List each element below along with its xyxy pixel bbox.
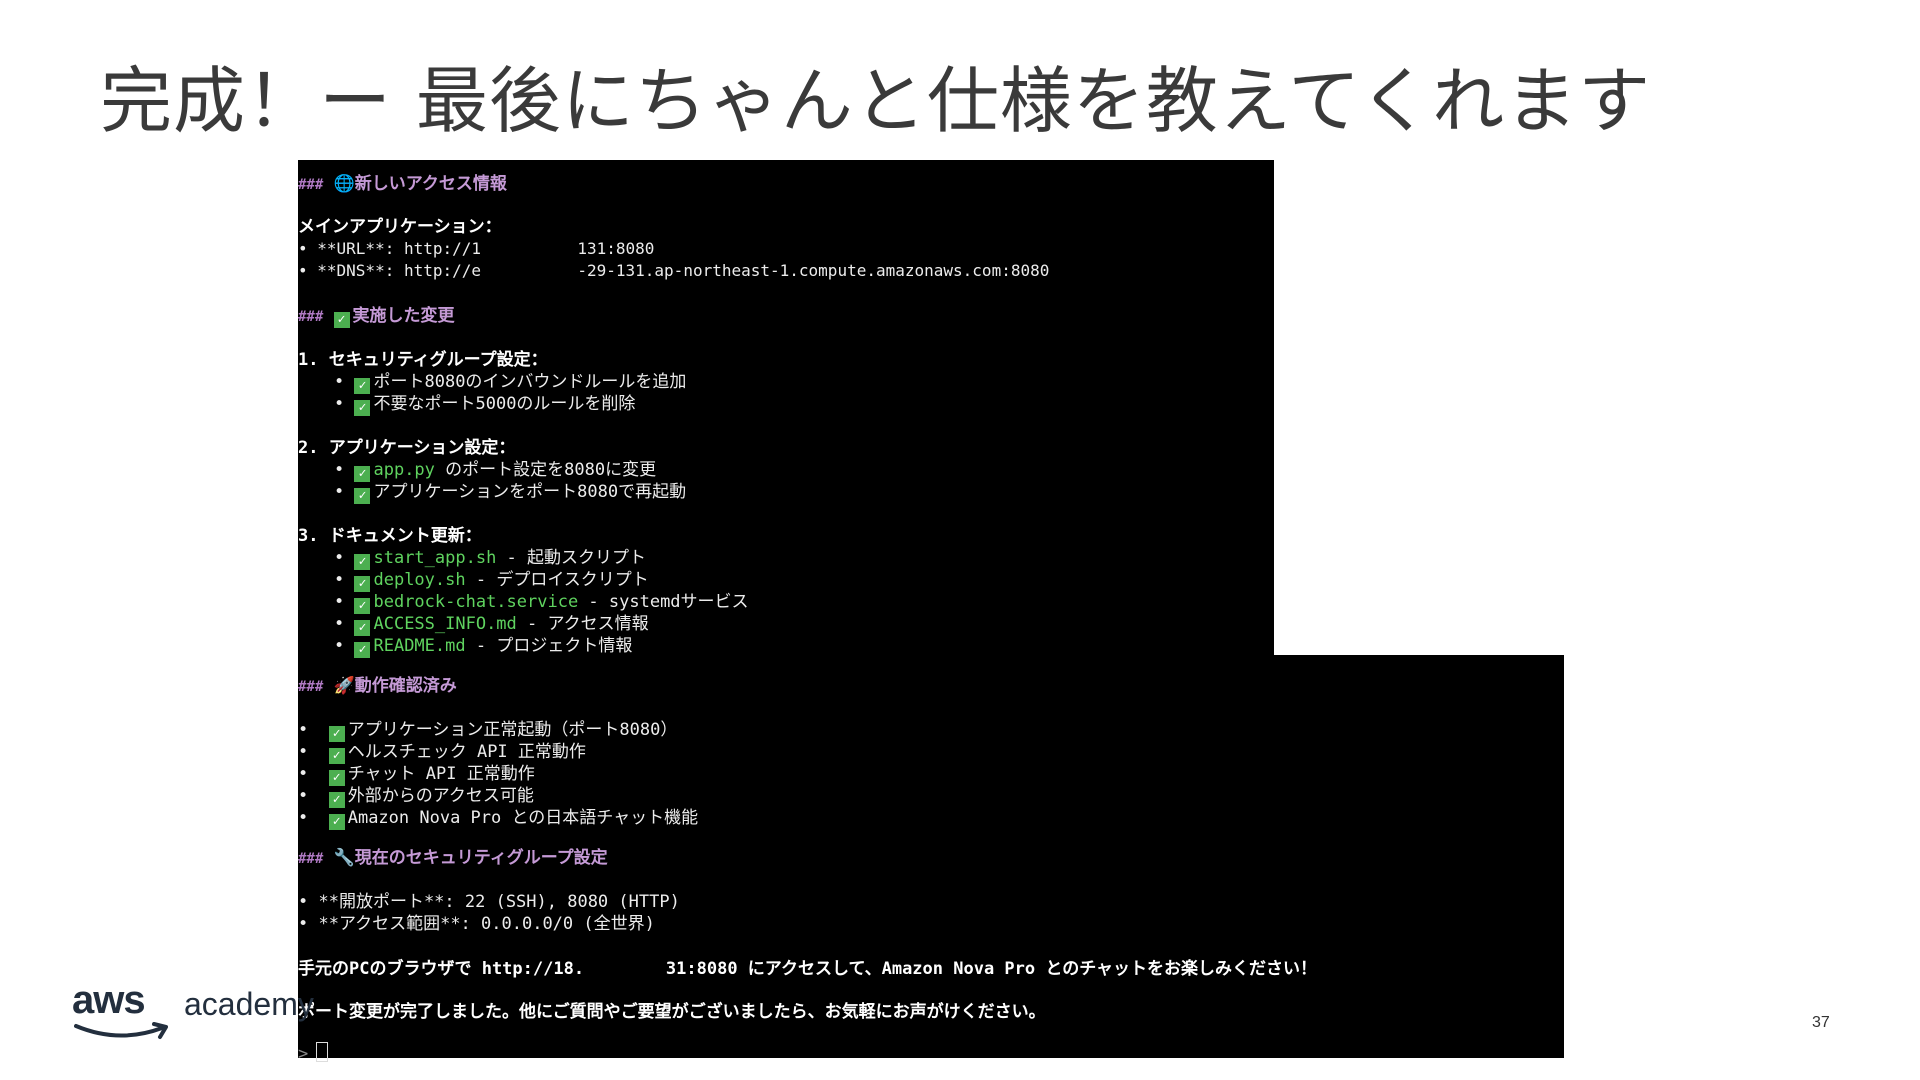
closing-message-browser: 手元のPCのブラウザで http://18. 31:8080 にアクセスして、A… <box>298 959 1318 979</box>
check-icon: ✓ <box>354 620 371 636</box>
wrench-icon: 🔧 <box>333 848 355 868</box>
list-item: • ✓ Amazon Nova Pro との日本語チャット機能 <box>298 808 699 830</box>
aws-academy-logo: aws academy <box>72 978 314 1048</box>
terminal-cursor <box>316 1042 329 1062</box>
list-item: • ✓ チャット API 正常動作 <box>298 764 535 786</box>
list-item: • ✓ 外部からのアクセス可能 <box>298 786 534 808</box>
list-item: • ✓ アプリケーション正常起動（ポート8080） <box>298 720 678 742</box>
group3-heading: 3. ドキュメント更新： <box>298 526 482 546</box>
aws-smile-icon <box>74 1022 168 1039</box>
section-heading-access: ### 🌐新しいアクセス情報 <box>298 174 507 194</box>
list-item: • ✓ start_app.sh - 起動スクリプト <box>334 548 647 570</box>
check-icon: ✓ <box>328 726 345 742</box>
check-icon: ✓ <box>354 576 371 592</box>
check-icon: ✓ <box>354 554 371 570</box>
check-icon: ✓ <box>354 466 371 482</box>
page-number: 37 <box>1812 1014 1830 1031</box>
check-icon: ✓ <box>354 378 371 394</box>
sg-line: • **アクセス範囲**: 0.0.0.0/0 (全世界) <box>298 914 655 934</box>
check-icon: ✓ <box>333 312 350 328</box>
section-heading-verified: ### 🚀動作確認済み <box>298 676 457 696</box>
aws-logo-text: aws <box>72 978 146 1022</box>
url-line: • **URL**: http://1 131:8080 <box>298 239 655 258</box>
check-icon: ✓ <box>354 488 371 504</box>
check-icon: ✓ <box>354 400 371 416</box>
check-icon: ✓ <box>328 792 345 808</box>
list-item: • ✓ deploy.sh - デプロイスクリプト <box>334 570 649 592</box>
closing-message-complete: ポート変更が完了しました。他にご質問やご要望がございましたら、お気軽にお声がけく… <box>298 1002 1046 1022</box>
academy-logo-text: academy <box>184 986 314 1022</box>
sg-line: • **開放ポート**: 22 (SSH), 8080 (HTTP) <box>298 892 680 912</box>
list-item: • ✓ app.py のポート設定を8080に変更 <box>334 460 657 482</box>
list-item: • ✓ ポート8080のインバウンドルールを追加 <box>334 372 687 394</box>
markdown-hash: ### <box>298 177 324 193</box>
group2-heading: 2. アプリケーション設定： <box>298 438 516 458</box>
slide-title: 完成！ー 最後にちゃんと仕様を教えてくれます <box>100 59 1652 143</box>
list-item: • ✓ bedrock-chat.service - systemdサービス <box>334 592 749 614</box>
check-icon: ✓ <box>328 770 345 786</box>
check-icon: ✓ <box>354 598 371 614</box>
list-item: • ✓ ヘルスチェック API 正常動作 <box>298 742 586 764</box>
check-icon: ✓ <box>328 748 345 764</box>
list-item: • ✓ ACCESS_INFO.md - アクセス情報 <box>334 614 649 636</box>
list-item: • ✓ README.md - プロジェクト情報 <box>334 636 633 658</box>
rocket-icon: 🚀 <box>333 676 355 696</box>
main-app-label: メインアプリケーション： <box>298 217 502 237</box>
check-icon: ✓ <box>328 814 345 830</box>
group1-heading: 1. セキュリティグループ設定： <box>298 350 548 370</box>
list-item: • ✓ アプリケーションをポート8080で再起動 <box>334 482 687 504</box>
section-heading-security: ### 🔧現在のセキュリティグループ設定 <box>298 848 608 868</box>
section-heading-changes: ### ✓ 実施した変更 <box>298 306 455 328</box>
check-icon: ✓ <box>354 642 371 658</box>
list-item: • ✓ 不要なポート5000のルールを削除 <box>334 394 636 416</box>
globe-icon: 🌐 <box>333 174 355 194</box>
dns-line: • **DNS**: http://e -29-131.ap-northeast… <box>298 261 1050 280</box>
